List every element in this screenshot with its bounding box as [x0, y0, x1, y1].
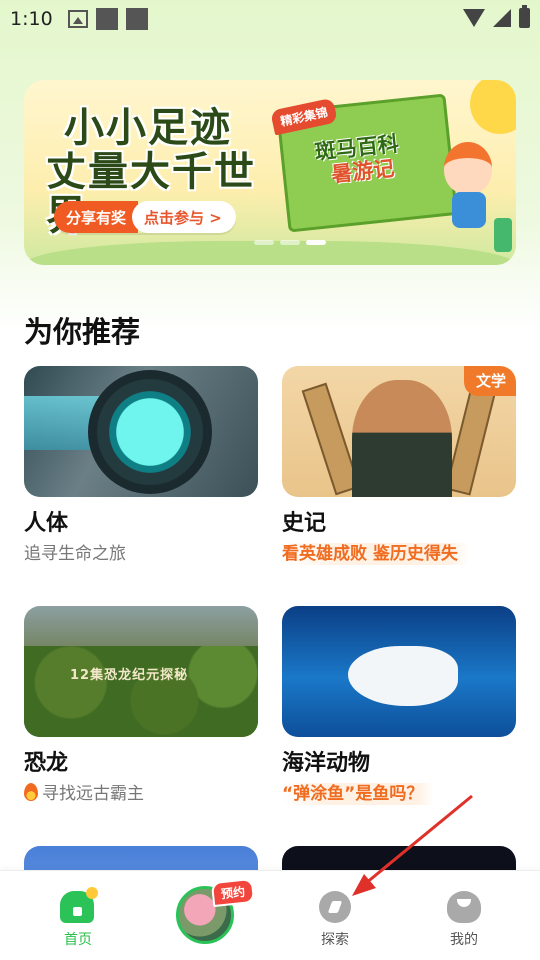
card-thumbnail — [24, 366, 258, 497]
nav-explore[interactable]: 探索 — [285, 871, 385, 960]
reservation-badge: 预约 — [210, 877, 256, 908]
notification-icons — [68, 8, 148, 30]
system-icons — [463, 5, 530, 28]
nav-explore-label: 探索 — [321, 932, 349, 948]
card-subtitle-row: 寻找远古霸主 — [24, 783, 258, 805]
nav-profile-label: 我的 — [450, 932, 478, 948]
card-subtitle: 追寻生命之旅 — [24, 544, 126, 564]
bottom-nav: 首页 探索 我的 — [0, 870, 540, 960]
carousel-indicator — [254, 240, 326, 245]
profile-icon — [447, 891, 481, 923]
card-subtitle: 看英雄成败 鉴历史得失 — [282, 543, 468, 565]
card-title: 恐龙 — [24, 751, 69, 776]
card-thumbnail: 12集恐龙纪元探秘 — [24, 606, 258, 737]
promo-banner[interactable]: 小小足迹 丈量大千世界 分享有奖 点击参与 > 斑马百科 暑游记 精彩集锦 — [24, 80, 516, 265]
app-notification-icon — [96, 8, 118, 30]
luggage-illustration — [494, 218, 512, 252]
character-head-illustration — [444, 142, 492, 194]
category-tag: 文学 — [463, 366, 516, 396]
card-human-body[interactable]: 人体 追寻生命之旅 — [24, 366, 258, 565]
card-subtitle: 寻找远古霸主 — [42, 784, 144, 804]
status-time: 1:10 — [10, 8, 53, 30]
banner-title-line1: 小小足迹 — [64, 105, 232, 151]
app-notification-icon-2 — [126, 8, 148, 30]
warrior-illustration — [352, 380, 452, 497]
wifi-icon — [463, 9, 485, 27]
card-dinosaur[interactable]: 12集恐龙纪元探秘 恐龙 寻找远古霸主 — [24, 606, 258, 805]
home-badge-dot — [86, 887, 98, 899]
card-ocean-animals[interactable]: 海洋动物 “弹涂鱼”是鱼吗？ — [282, 606, 516, 805]
join-button[interactable]: 点击参与 > — [132, 201, 236, 233]
compass-icon — [319, 891, 351, 923]
banner-cta[interactable]: 分享有奖 点击参与 > — [54, 201, 236, 233]
photo-notification-icon — [68, 10, 88, 28]
card-title: 人体 — [24, 511, 69, 536]
share-reward-label: 分享有奖 — [54, 201, 139, 233]
card-title: 史记 — [282, 511, 327, 536]
thumbnail-caption: 12集恐龙纪元探秘 — [70, 668, 189, 683]
battery-icon — [519, 5, 530, 28]
forest-illustration — [24, 646, 258, 737]
glowing-ring-illustration — [88, 370, 212, 494]
card-thumbnail — [282, 606, 516, 737]
sun-illustration — [470, 80, 516, 134]
fire-icon — [24, 783, 38, 801]
character-body-illustration — [452, 192, 486, 228]
nav-home-label: 首页 — [64, 932, 92, 948]
carousel-dot — [254, 240, 274, 245]
bamboo-scroll-illustration — [445, 382, 497, 496]
card-shiji[interactable]: 文学 史记 看英雄成败 鉴历史得失 — [282, 366, 516, 565]
carousel-dot — [280, 240, 300, 245]
nav-home[interactable]: 首页 — [28, 871, 128, 960]
section-title: 为你推荐 — [24, 315, 141, 349]
beluga-whale-illustration — [348, 646, 458, 706]
nav-profile[interactable]: 我的 — [414, 871, 514, 960]
card-title: 海洋动物 — [282, 751, 371, 776]
status-bar: 1:10 — [0, 0, 540, 40]
card-thumbnail: 文学 — [282, 366, 516, 497]
carousel-dot-active — [306, 240, 326, 245]
cell-signal-icon — [493, 9, 511, 27]
card-subtitle: “弹涂鱼”是鱼吗？ — [282, 783, 434, 805]
